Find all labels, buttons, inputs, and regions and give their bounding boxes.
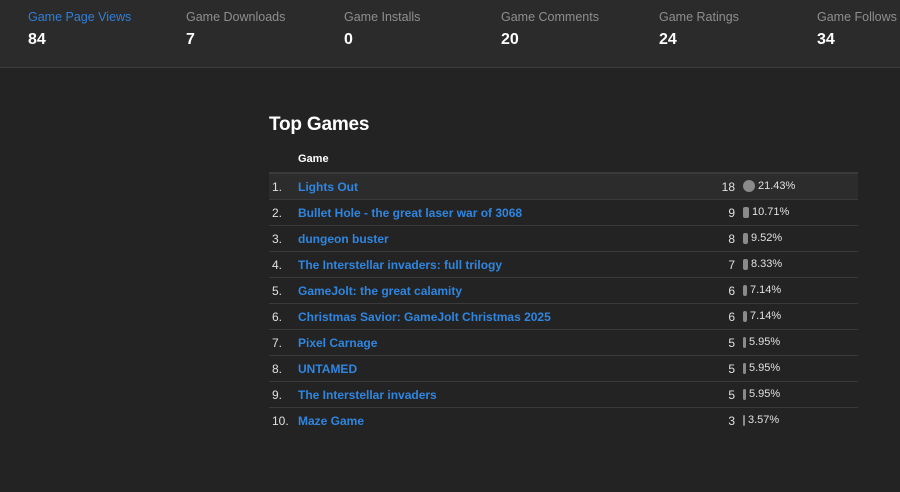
row-count: 6 bbox=[728, 284, 735, 298]
stat-label[interactable]: Game Follows bbox=[817, 10, 897, 25]
row-rank: 8. bbox=[272, 362, 283, 376]
table-row: 8. UNTAMED 5 5.95% bbox=[269, 356, 858, 382]
game-link[interactable]: GameJolt: the great calamity bbox=[298, 284, 462, 298]
row-percent: 7.14% bbox=[750, 284, 782, 296]
row-percent: 5.95% bbox=[749, 388, 781, 400]
row-rank: 3. bbox=[272, 232, 283, 246]
row-count: 8 bbox=[728, 232, 735, 246]
row-count: 9 bbox=[728, 206, 735, 220]
row-percent: 10.71% bbox=[752, 206, 790, 218]
row-rank: 6. bbox=[272, 310, 283, 324]
row-count: 5 bbox=[728, 362, 735, 376]
stat-label[interactable]: Game Page Views bbox=[28, 10, 131, 25]
percent-bar bbox=[743, 389, 746, 400]
game-link[interactable]: The Interstellar invaders: full trilogy bbox=[298, 258, 502, 272]
table-row: 3. dungeon buster 8 9.52% bbox=[269, 226, 858, 252]
row-count: 7 bbox=[728, 258, 735, 272]
row-percent: 7.14% bbox=[750, 310, 782, 322]
row-rank: 1. bbox=[272, 180, 283, 194]
game-link[interactable]: Maze Game bbox=[298, 414, 364, 428]
percent-bar bbox=[743, 285, 747, 296]
table-row: 6. Christmas Savior: GameJolt Christmas 2… bbox=[269, 304, 858, 330]
percent-bar bbox=[743, 363, 746, 374]
table-row: 4. The Interstellar invaders: full trilog… bbox=[269, 252, 858, 278]
percent-bar bbox=[743, 311, 747, 322]
stat-value: 84 bbox=[28, 31, 46, 48]
stat-follows[interactable]: Game Follows 34 bbox=[817, 10, 897, 49]
stat-label[interactable]: Game Downloads bbox=[186, 10, 285, 25]
percent-bar bbox=[743, 259, 748, 270]
row-percent: 5.95% bbox=[749, 362, 781, 374]
percent-bar bbox=[743, 415, 745, 426]
row-rank: 2. bbox=[272, 206, 283, 220]
row-percent: 8.33% bbox=[751, 258, 783, 270]
table-row: 7. Pixel Carnage 5 5.95% bbox=[269, 330, 858, 356]
stat-value: 20 bbox=[501, 31, 519, 48]
percent-bar bbox=[743, 180, 755, 192]
percent-bar bbox=[743, 337, 746, 348]
game-link[interactable]: Lights Out bbox=[298, 180, 358, 194]
row-count: 18 bbox=[721, 180, 735, 194]
stat-comments[interactable]: Game Comments 20 bbox=[501, 10, 599, 49]
row-count: 5 bbox=[728, 388, 735, 402]
table-row: 1. Lights Out 18 21.43% bbox=[269, 174, 858, 200]
top-games-title: Top Games bbox=[269, 114, 370, 135]
row-count: 3 bbox=[728, 414, 735, 428]
row-count: 5 bbox=[728, 336, 735, 350]
stat-label[interactable]: Game Comments bbox=[501, 10, 599, 25]
percent-bar bbox=[743, 207, 749, 218]
row-rank: 5. bbox=[272, 284, 283, 298]
table-row: 2. Bullet Hole - the great laser war of 3… bbox=[269, 200, 858, 226]
stat-downloads[interactable]: Game Downloads 7 bbox=[186, 10, 285, 49]
stat-label[interactable]: Game Installs bbox=[344, 10, 420, 25]
top-games-table: Game 1. Lights Out 18 21.43% 2. Bullet Hole -… bbox=[269, 146, 858, 433]
percent-bar bbox=[743, 233, 748, 244]
stats-bar: Game Page Views 84 Game Downloads 7 Game… bbox=[0, 0, 900, 68]
table-row: 9. The Interstellar invaders 5 5.95% bbox=[269, 382, 858, 408]
row-rank: 10. bbox=[272, 414, 289, 428]
stat-ratings[interactable]: Game Ratings 24 bbox=[659, 10, 739, 49]
row-count: 6 bbox=[728, 310, 735, 324]
stat-label[interactable]: Game Ratings bbox=[659, 10, 739, 25]
game-link[interactable]: The Interstellar invaders bbox=[298, 388, 437, 402]
stat-value: 7 bbox=[186, 31, 195, 48]
row-percent: 9.52% bbox=[751, 232, 783, 244]
row-percent: 5.95% bbox=[749, 336, 781, 348]
game-link[interactable]: Christmas Savior: GameJolt Christmas 202… bbox=[298, 310, 551, 324]
row-percent: 21.43% bbox=[758, 180, 796, 192]
row-rank: 9. bbox=[272, 388, 283, 402]
table-body: 1. Lights Out 18 21.43% 2. Bullet Hole - the … bbox=[269, 174, 858, 433]
game-link[interactable]: UNTAMED bbox=[298, 362, 357, 376]
table-row: 10. Maze Game 3 3.57% bbox=[269, 408, 858, 433]
table-header: Game bbox=[269, 146, 858, 174]
stat-installs[interactable]: Game Installs 0 bbox=[344, 10, 420, 49]
game-link[interactable]: Bullet Hole - the great laser war of 306… bbox=[298, 206, 522, 220]
stat-value: 34 bbox=[817, 31, 835, 48]
column-header-game: Game bbox=[298, 153, 329, 165]
stat-page-views[interactable]: Game Page Views 84 bbox=[28, 10, 131, 49]
stat-value: 24 bbox=[659, 31, 677, 48]
game-link[interactable]: dungeon buster bbox=[298, 232, 389, 246]
row-rank: 4. bbox=[272, 258, 283, 272]
row-rank: 7. bbox=[272, 336, 283, 350]
table-row: 5. GameJolt: the great calamity 6 7.14% bbox=[269, 278, 858, 304]
game-link[interactable]: Pixel Carnage bbox=[298, 336, 377, 350]
stat-value: 0 bbox=[344, 31, 353, 48]
row-percent: 3.57% bbox=[748, 414, 780, 426]
